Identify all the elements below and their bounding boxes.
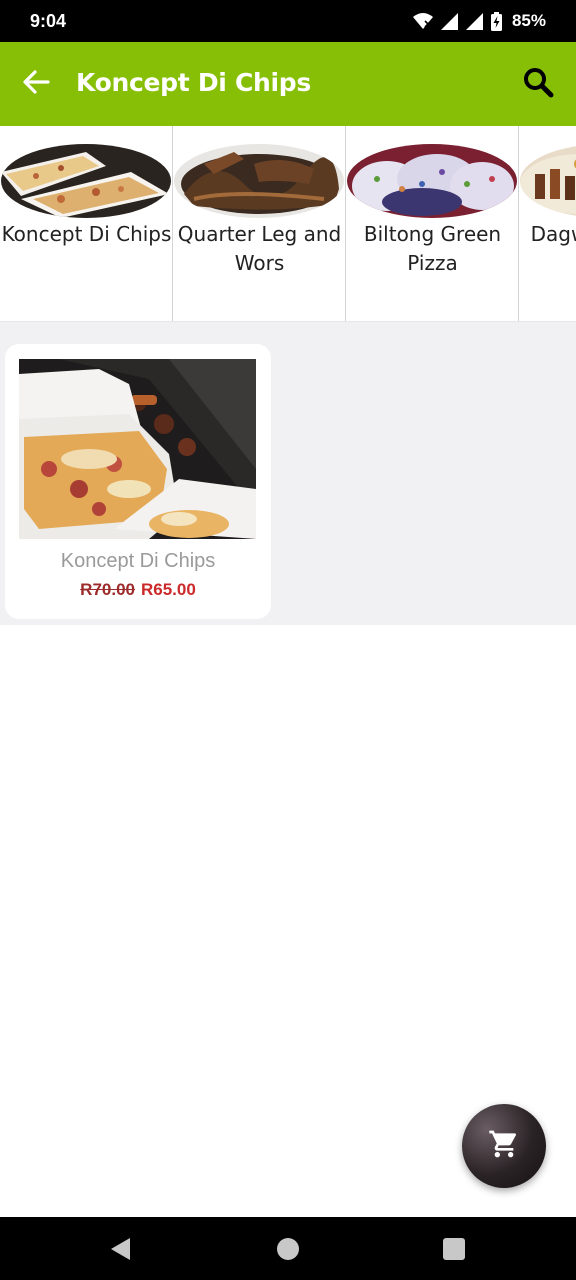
- status-time: 9:04: [30, 11, 67, 31]
- category-label: Koncept Di Chips: [1, 222, 172, 246]
- signal-icon: [440, 12, 458, 30]
- search-button[interactable]: [520, 66, 556, 102]
- nav-home-button[interactable]: [275, 1236, 301, 1262]
- category-image: [347, 144, 517, 218]
- nav-back-icon: [108, 1238, 134, 1266]
- nav-recents-button[interactable]: [441, 1236, 467, 1262]
- category-item[interactable]: Dagwood Wors: [519, 126, 576, 321]
- category-image: [1, 144, 171, 218]
- navigation-bar: [0, 1217, 576, 1280]
- product-image: [19, 359, 256, 539]
- category-label: Quarter Leg and Wors: [177, 222, 342, 275]
- search-icon: [522, 66, 554, 103]
- product-name: Koncept Di Chips: [60, 550, 216, 572]
- category-item[interactable]: Koncept Di Chips: [0, 126, 173, 321]
- nav-recents-icon: [441, 1238, 467, 1266]
- nav-home-icon: [275, 1238, 301, 1266]
- category-image: [174, 144, 344, 218]
- arrow-left-icon: [22, 68, 50, 101]
- category-label: Dagwood Wors: [530, 222, 576, 246]
- status-icons: 85%: [412, 9, 546, 33]
- original-price: R70.00: [80, 580, 135, 599]
- screen: 9:04 85% Koncept Di Chips Koncept Di Chi…: [0, 0, 576, 1280]
- category-item[interactable]: Quarter Leg and Wors: [173, 126, 346, 321]
- wifi-icon: [412, 12, 433, 30]
- sale-price: R65.00: [141, 580, 196, 599]
- category-item[interactable]: Biltong Green Pizza: [346, 126, 519, 321]
- back-button[interactable]: [18, 66, 54, 102]
- app-bar: Koncept Di Chips: [0, 42, 576, 126]
- status-bar: 9:04 85%: [0, 0, 576, 42]
- category-label: Biltong Green Pizza: [363, 222, 502, 275]
- product-card[interactable]: Koncept Di Chips R70.00 R65.00: [5, 344, 271, 619]
- product-grid: Koncept Di Chips R70.00 R65.00: [0, 322, 576, 625]
- price-row: R70.00 R65.00: [5, 580, 271, 600]
- battery-charging-icon: [490, 11, 502, 31]
- cart-icon: [488, 1128, 520, 1165]
- cart-button[interactable]: [462, 1104, 546, 1188]
- signal-icon: [465, 12, 483, 30]
- battery-percent: 85%: [511, 11, 546, 30]
- category-strip[interactable]: Koncept Di Chips Quarter Leg and Wors Bi…: [0, 126, 576, 322]
- nav-back-button[interactable]: [108, 1236, 134, 1262]
- category-image: [520, 144, 576, 218]
- page-title: Koncept Di Chips: [76, 68, 311, 97]
